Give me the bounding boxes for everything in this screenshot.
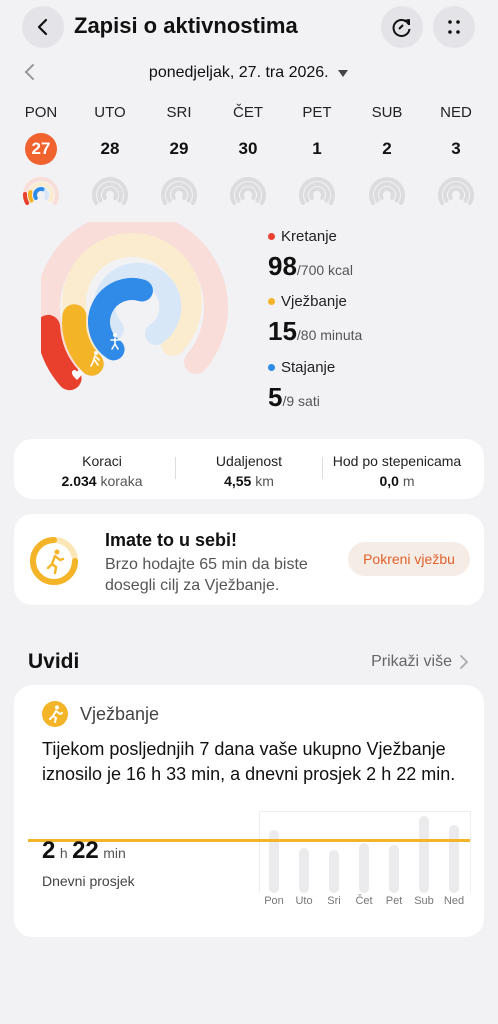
stats-card[interactable]: Koraci 2.034 koraka Udaljenost 4,55 km H…: [14, 439, 484, 499]
distance-stat: Udaljenost 4,55 km: [176, 453, 322, 489]
day-number: 30: [238, 139, 258, 158]
day-number: 28: [100, 139, 120, 158]
date-dropdown[interactable]: ponedjeljak, 27. tra 2026.: [0, 64, 498, 82]
day-sub[interactable]: SUB 2: [357, 104, 417, 218]
bar-label: Ned: [443, 895, 465, 907]
insight-heading: Vježbanje: [80, 703, 160, 724]
bar-label: Pon: [264, 895, 284, 907]
move-legend: Kretanje 98/700 kcal: [268, 228, 353, 282]
day-number: 3: [451, 139, 461, 158]
bar-label: Sri: [327, 895, 341, 907]
exercise-value: 15: [268, 316, 297, 346]
day-number: 29: [169, 139, 189, 158]
chevron-right-icon: [460, 655, 469, 669]
day-pon[interactable]: PON 27: [11, 104, 71, 218]
mini-rings-icon: [438, 177, 474, 205]
promo-text: Brzo hodajte 65 min da biste dosegli cil…: [105, 556, 308, 594]
steps-label: Koraci: [82, 453, 122, 469]
running-icon: [42, 701, 68, 727]
promo-title: Imate to u sebi!: [105, 530, 238, 550]
date-label: ponedjeljak, 27. tra 2026.: [148, 64, 329, 81]
day-sri[interactable]: SRI 29: [149, 104, 209, 218]
date-selector: ponedjeljak, 27. tra 2026.: [0, 58, 498, 90]
exercise-legend: Vježbanje 15/80 minuta: [268, 293, 362, 347]
stairs-label: Hod po stepenicama: [332, 453, 462, 469]
mini-rings-icon: [299, 177, 335, 205]
day-number: 27: [25, 133, 57, 165]
day-uto[interactable]: UTO 28: [80, 104, 140, 218]
show-more-label: Prikaži više: [371, 653, 452, 670]
distance-label: Udaljenost: [215, 453, 283, 469]
activity-rings: [41, 222, 228, 391]
day-čet[interactable]: ČET 30: [218, 104, 278, 218]
stairs-stat: Hod po stepenicama 0,0 m: [322, 453, 472, 489]
stand-value: 5: [268, 382, 283, 412]
steps-stat: Koraci 2.034 koraka: [28, 453, 176, 489]
insight-card[interactable]: Vježbanje Tijekom posljednjih 7 dana vaš…: [14, 685, 484, 937]
day-number: 2: [382, 139, 392, 158]
refresh-icon: [392, 19, 411, 37]
insights-title: Uvidi: [28, 650, 80, 673]
day-name: ČET: [233, 104, 263, 121]
average-hours: 2: [42, 837, 56, 864]
average-label: Dnevni prosjek: [42, 873, 135, 889]
day-name: NED: [440, 104, 472, 121]
mini-rings-icon: [369, 177, 405, 205]
stairs-value: 0,0: [379, 473, 399, 489]
exercise-progress-icon: [30, 537, 78, 585]
mini-rings-icon: [230, 177, 266, 205]
start-workout-button[interactable]: Pokreni vježbu: [348, 542, 470, 576]
day-number: 1: [312, 139, 322, 158]
bar-label: Sub: [414, 895, 434, 907]
more-options-button[interactable]: [433, 6, 475, 48]
back-button[interactable]: [22, 6, 64, 48]
page-title: Zapisi o aktivnostima: [74, 13, 298, 38]
day-ned[interactable]: NED 3: [426, 104, 486, 218]
stand-label: Stajanje: [281, 359, 336, 376]
average-hours-unit: h: [59, 845, 68, 861]
exercise-dot: [268, 298, 275, 305]
steps-value: 2.034: [61, 473, 97, 489]
more-dots-icon: [448, 20, 460, 34]
day-name: PET: [302, 104, 332, 121]
day-pet[interactable]: PET 1: [287, 104, 347, 218]
stand-ring-progress: [88, 278, 153, 361]
mini-rings-icon: [23, 177, 59, 205]
day-name: SUB: [371, 104, 403, 121]
day-name: PON: [24, 104, 58, 121]
chart-grid: [259, 811, 471, 893]
move-unit: /700 kcal: [296, 262, 353, 278]
steps-unit: koraka: [100, 473, 143, 489]
distance-unit: km: [255, 473, 274, 489]
stairs-unit: m: [402, 473, 415, 489]
insight-header: Vježbanje: [42, 701, 159, 727]
motivation-card: Imate to u sebi! Brzo hodajte 65 min da …: [14, 514, 484, 605]
bar-label: Uto: [295, 895, 313, 907]
insight-body: Tijekom posljednjih 7 dana vaše ukupno V…: [42, 739, 456, 784]
move-label: Kretanje: [281, 228, 337, 245]
distance-value: 4,55: [224, 473, 252, 489]
back-arrow-icon: [37, 18, 48, 36]
week-strip: PON 27 UTO 28 SRI 29 ČET 30 PET 1 SUB 2 NED 3: [0, 104, 498, 205]
average-minutes-unit: min: [103, 845, 126, 861]
show-more-link[interactable]: Prikaži više: [371, 653, 470, 671]
day-name: UTO: [94, 104, 126, 121]
stand-unit: /9 sati: [282, 393, 320, 409]
mini-rings-icon: [92, 177, 128, 205]
average-minutes: 22: [72, 837, 99, 864]
stand-dot: [268, 364, 275, 371]
day-name: SRI: [166, 104, 192, 121]
refresh-button[interactable]: [381, 6, 423, 48]
move-value: 98: [268, 251, 297, 281]
exercise-label: Vježbanje: [281, 293, 347, 310]
bar-label: Čet: [355, 895, 373, 907]
top-bar: Zapisi o aktivnostima: [0, 0, 498, 56]
caret-down-icon: [338, 69, 349, 77]
stand-legend: Stajanje 5/9 sati: [268, 359, 335, 413]
bar-label: Pet: [385, 895, 403, 907]
mini-rings-icon: [161, 177, 197, 205]
exercise-unit: /80 minuta: [296, 327, 363, 343]
move-dot: [268, 233, 275, 240]
daily-average: 2 h 22 min: [42, 837, 126, 865]
